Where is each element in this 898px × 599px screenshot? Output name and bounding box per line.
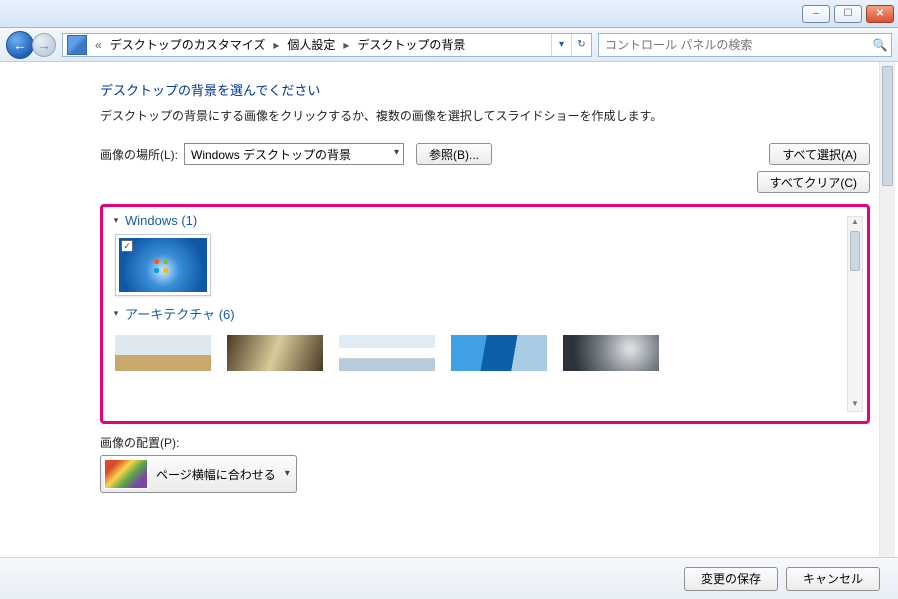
address-toolbar: ← → « デスクトップのカスタマイズ ▸ 個人設定 ▸ デスクトップの背景 ▾… (0, 28, 898, 62)
refresh-button[interactable]: ↻ (571, 34, 591, 56)
close-icon: ✕ (876, 9, 884, 19)
location-value: Windows デスクトップの背景 (191, 146, 351, 163)
wallpaper-list-frame: ▲ ▼ ▾ Windows (1) ✓ ▾ (100, 204, 870, 424)
footer-bar: 変更の保存 キャンセル (0, 557, 898, 599)
position-value: ページ横幅に合わせる (156, 466, 276, 483)
search-box[interactable]: 🔍 (598, 33, 892, 57)
breadcrumb-dropdown[interactable]: ▾ (551, 34, 571, 56)
breadcrumb-item-personalization[interactable]: 個人設定 (283, 34, 339, 56)
breadcrumb-sep-icon: ▸ (339, 38, 353, 52)
page-heading: デスクトップの背景を選んでください (100, 80, 870, 99)
window-titlebar: – ☐ ✕ (0, 0, 898, 28)
breadcrumb-item-customization[interactable]: デスクトップのカスタマイズ (106, 34, 270, 56)
position-dropdown[interactable]: ページ横幅に合わせる (100, 455, 297, 493)
maximize-icon: ☐ (844, 9, 853, 19)
wallpaper-thumb-arch-1[interactable] (115, 335, 211, 377)
breadcrumb-sep-icon: ▸ (269, 38, 283, 52)
page-scrollbar[interactable] (879, 62, 895, 557)
location-dropdown[interactable]: Windows デスクトップの背景 (184, 143, 404, 165)
wallpaper-list[interactable]: ▲ ▼ ▾ Windows (1) ✓ ▾ (111, 213, 867, 415)
wallpaper-image (339, 335, 435, 371)
group-title[interactable]: アーキテクチャ (6) (125, 304, 235, 323)
refresh-icon: ↻ (577, 39, 585, 50)
minimize-button[interactable]: – (802, 5, 830, 23)
position-label: 画像の配置(P): (100, 434, 870, 451)
clear-all-button[interactable]: すべてクリア(C) (757, 171, 870, 193)
list-scrollbar[interactable]: ▲ ▼ (847, 216, 863, 412)
maximize-button[interactable]: ☐ (834, 5, 862, 23)
group-title[interactable]: Windows (1) (125, 213, 197, 228)
chevron-down-icon: ▾ (559, 39, 564, 50)
group-architecture: ▾ アーキテクチャ (6) (111, 304, 867, 377)
content-area: デスクトップの背景を選んでください デスクトップの背景にする画像をクリックするか… (0, 62, 898, 557)
location-label: 画像の場所(L): (100, 146, 178, 163)
group-toggle-icon[interactable]: ▾ (111, 215, 121, 226)
wallpaper-image (563, 335, 659, 371)
select-all-button[interactable]: すべて選択(A) (769, 143, 870, 165)
wallpaper-image (115, 335, 211, 371)
search-icon[interactable]: 🔍 (869, 38, 891, 52)
scroll-up-icon[interactable]: ▲ (848, 217, 862, 229)
wallpaper-image (227, 335, 323, 371)
minimize-icon: – (813, 9, 819, 19)
position-preview-icon (104, 459, 148, 489)
group-windows: ▾ Windows (1) ✓ (111, 213, 867, 296)
close-button[interactable]: ✕ (866, 5, 894, 23)
back-button[interactable]: ← (6, 31, 34, 59)
back-arrow-icon: ← (13, 37, 27, 53)
control-panel-icon (67, 35, 87, 55)
wallpaper-thumb-arch-5[interactable] (563, 335, 659, 377)
wallpaper-checkbox[interactable]: ✓ (121, 240, 133, 252)
list-scrollbar-thumb[interactable] (850, 231, 860, 271)
breadcrumb-item-desktop-background[interactable]: デスクトップの背景 (353, 34, 469, 56)
cancel-button[interactable]: キャンセル (786, 567, 880, 591)
save-button[interactable]: 変更の保存 (684, 567, 778, 591)
page-scrollbar-thumb[interactable] (882, 66, 893, 186)
wallpaper-thumb-arch-3[interactable] (339, 335, 435, 377)
breadcrumb-bar[interactable]: « デスクトップのカスタマイズ ▸ 個人設定 ▸ デスクトップの背景 ▾ ↻ (62, 33, 592, 57)
wallpaper-thumb-arch-2[interactable] (227, 335, 323, 377)
browse-button[interactable]: 参照(B)... (416, 143, 492, 165)
forward-button[interactable]: → (32, 33, 56, 57)
search-input[interactable] (599, 38, 869, 52)
wallpaper-image (451, 335, 547, 371)
scroll-down-icon[interactable]: ▼ (848, 399, 862, 411)
breadcrumb-back-separator: « (91, 38, 106, 52)
page-subtext: デスクトップの背景にする画像をクリックするか、複数の画像を選択してスライドショー… (100, 107, 870, 124)
nav-buttons: ← → (6, 31, 56, 59)
forward-arrow-icon: → (37, 37, 51, 53)
group-toggle-icon[interactable]: ▾ (111, 308, 121, 319)
wallpaper-thumb-arch-4[interactable] (451, 335, 547, 377)
wallpaper-thumb-windows-default[interactable]: ✓ (115, 234, 211, 296)
